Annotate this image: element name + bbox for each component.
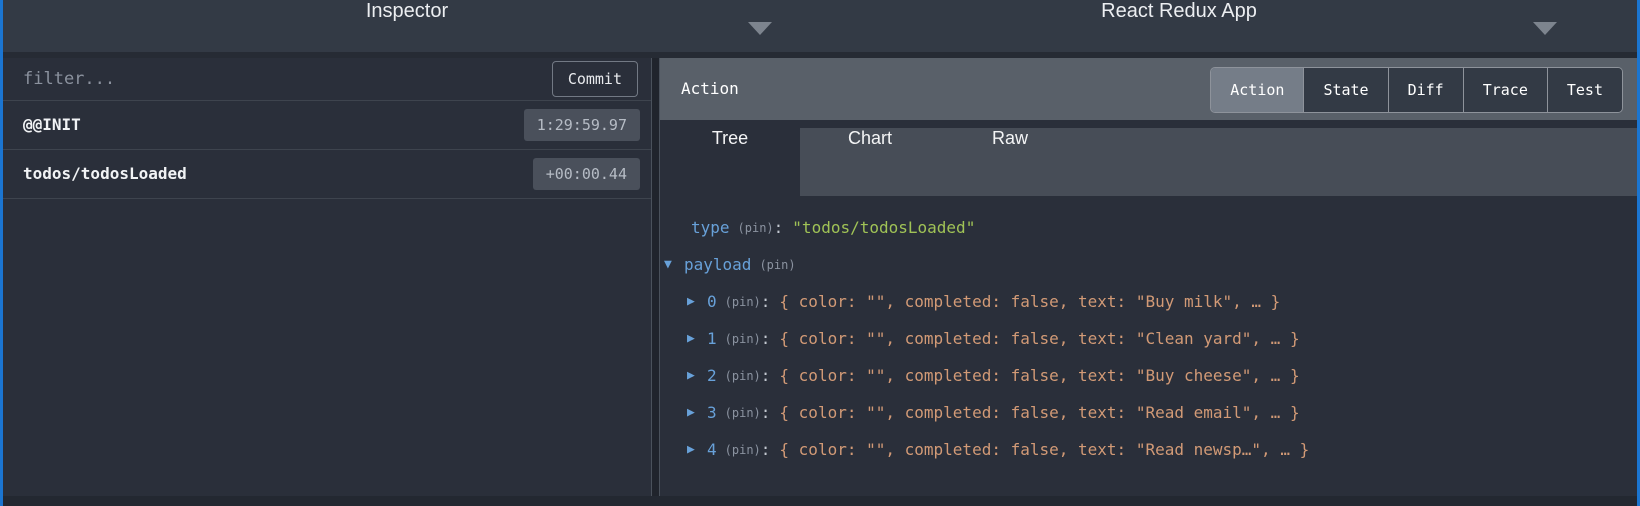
tree-row-payload-item: ▶ 3 (pin) : { color: "", completed: fals… [660, 394, 1637, 431]
expand-arrow-icon[interactable]: ▶ [687, 442, 707, 457]
action-name: todos/todosLoaded [23, 150, 187, 198]
key-value-separator: : [761, 366, 771, 385]
tree-row-payload-item: ▶ 1 (pin) : { color: "", completed: fals… [660, 320, 1637, 357]
tab-test[interactable]: Test [1547, 68, 1622, 112]
expand-arrow-icon[interactable]: ▶ [687, 405, 707, 420]
action-name: @@INIT [23, 101, 81, 149]
tree-index[interactable]: 2 [707, 366, 717, 385]
tab-action[interactable]: Action [1211, 68, 1303, 112]
monitor-select-label: Inspector [3, 0, 811, 23]
object-preview: { color: "", completed: false, text: "Cl… [779, 329, 1299, 348]
action-list-item-todos-loaded[interactable]: todos/todosLoaded +00:00.44 [3, 150, 651, 199]
tab-state[interactable]: State [1303, 68, 1387, 112]
action-list-panel: Commit @@INIT 1:29:59.97 todos/todosLoad… [3, 58, 652, 496]
filter-input[interactable] [3, 58, 453, 100]
tree-key[interactable]: type [691, 218, 730, 237]
chevron-down-icon [748, 22, 772, 35]
pin-link[interactable]: (pin) [759, 258, 795, 272]
pin-link[interactable]: (pin) [725, 295, 761, 309]
action-time-badge: 1:29:59.97 [524, 109, 640, 141]
object-preview: { color: "", completed: false, text: "Re… [779, 440, 1309, 459]
chevron-down-icon [1533, 22, 1557, 35]
monitor-select[interactable]: Inspector [3, 0, 811, 52]
tree-index[interactable]: 3 [707, 403, 717, 422]
view-mode-tab-bar: Tree Chart Raw [660, 120, 1637, 196]
tree-row-payload-item: ▶ 4 (pin) : { color: "", completed: fals… [660, 431, 1637, 468]
instance-select-label: React Redux App [823, 0, 1535, 23]
pin-link[interactable]: (pin) [725, 369, 761, 383]
tree-index[interactable]: 1 [707, 329, 717, 348]
subtab-chart[interactable]: Chart [800, 128, 940, 196]
action-list-item-init[interactable]: @@INIT 1:29:59.97 [3, 101, 651, 150]
detail-panel-title: Action [681, 58, 739, 120]
filter-row: Commit [3, 58, 651, 101]
expand-arrow-icon[interactable]: ▶ [687, 294, 707, 309]
expand-arrow-icon[interactable]: ▶ [687, 331, 707, 346]
tab-diff[interactable]: Diff [1388, 68, 1463, 112]
tree-row-type: type (pin) : "todos/todosLoaded" [660, 209, 1637, 246]
inspector-detail-panel: Action Action State Diff Trace Test Tree… [660, 58, 1637, 496]
pin-link[interactable]: (pin) [725, 443, 761, 457]
pin-link[interactable]: (pin) [725, 406, 761, 420]
window-bottom-edge [3, 496, 1637, 506]
key-value-separator: : [761, 292, 771, 311]
commit-button[interactable]: Commit [552, 61, 638, 97]
key-value-separator: : [761, 440, 771, 459]
window-left-accent-border [0, 0, 3, 506]
tree-string-value: "todos/todosLoaded" [792, 218, 975, 237]
tree-key[interactable]: payload [684, 255, 751, 274]
pin-link[interactable]: (pin) [738, 221, 774, 235]
action-tree-view: type (pin) : "todos/todosLoaded" ▼ paylo… [660, 196, 1637, 496]
expand-arrow-icon[interactable]: ▶ [687, 368, 707, 383]
collapse-arrow-icon[interactable]: ▼ [664, 257, 684, 272]
redux-devtools-window: Inspector React Redux App Commit @@INIT … [0, 0, 1640, 506]
key-value-separator: : [761, 329, 771, 348]
subtab-tree[interactable]: Tree [660, 128, 800, 196]
tree-index[interactable]: 0 [707, 292, 717, 311]
object-preview: { color: "", completed: false, text: "Re… [779, 403, 1299, 422]
top-bar: Inspector React Redux App [3, 0, 1637, 58]
tree-row-payload-item: ▶ 2 (pin) : { color: "", completed: fals… [660, 357, 1637, 394]
key-value-separator: : [761, 403, 771, 422]
tree-row-payload: ▼ payload (pin) [660, 246, 1637, 283]
action-time-badge: +00:00.44 [533, 158, 640, 190]
subtab-raw[interactable]: Raw [940, 128, 1080, 196]
tree-index[interactable]: 4 [707, 440, 717, 459]
panel-divider[interactable] [652, 58, 660, 496]
pin-link[interactable]: (pin) [725, 332, 761, 346]
instance-select[interactable]: React Redux App [811, 0, 1637, 52]
tree-row-payload-item: ▶ 0 (pin) : { color: "", completed: fals… [660, 283, 1637, 320]
tab-trace[interactable]: Trace [1463, 68, 1547, 112]
detail-tab-group: Action State Diff Trace Test [1210, 67, 1623, 113]
detail-panel-header: Action Action State Diff Trace Test [660, 58, 1637, 120]
key-value-separator: : [774, 218, 784, 237]
object-preview: { color: "", completed: false, text: "Bu… [779, 292, 1280, 311]
object-preview: { color: "", completed: false, text: "Bu… [779, 366, 1299, 385]
